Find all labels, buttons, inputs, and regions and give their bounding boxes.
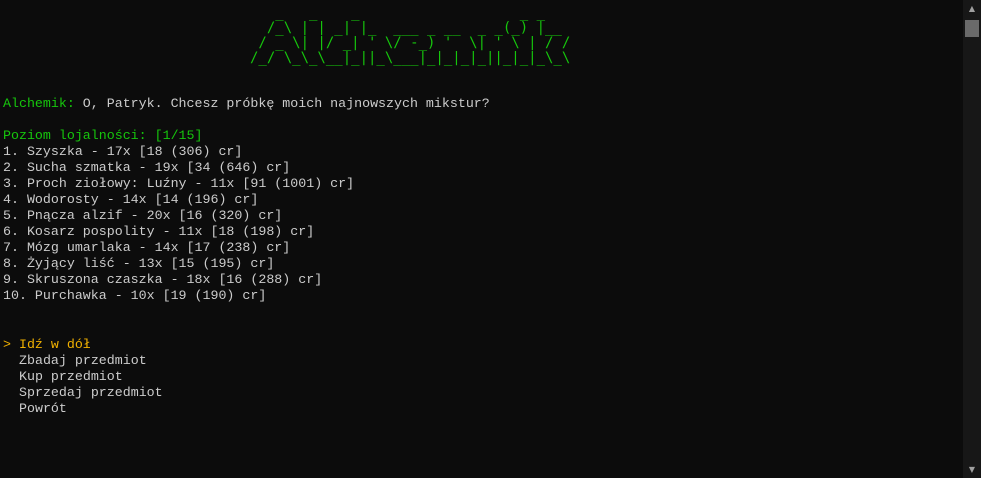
scroll-down-arrow-icon[interactable]: ▼ <box>963 461 981 478</box>
item-list-entry: 10. Purchawka - 10x [19 (190) cr] <box>3 288 267 303</box>
menu-option-sell-item[interactable]: Sprzedaj przedmiot <box>19 385 163 401</box>
item-list-entry: 2. Sucha szmatka - 19x [34 (646) cr] <box>3 160 291 175</box>
item-list-entry: 6. Kosarz pospolity - 11x [18 (198) cr] <box>3 224 315 239</box>
scrollbar-thumb[interactable] <box>965 20 979 37</box>
item-list-entry: 3. Proch ziołowy: Luźny - 11x [91 (1001)… <box>3 176 355 191</box>
menu-option-back[interactable]: Powrót <box>19 401 67 417</box>
item-list-entry: 9. Skruszona czaszka - 18x [16 (288) cr] <box>3 272 323 287</box>
vertical-scrollbar[interactable]: ▲ ▼ <box>963 0 981 478</box>
menu-cursor: > <box>3 337 19 352</box>
menu-option-examine-item[interactable]: Zbadaj przedmiot <box>19 353 147 369</box>
item-list-entry: 5. Pnącza alzif - 20x [16 (320) cr] <box>3 208 283 223</box>
loyalty-level: Poziom lojalności: [1/15] <box>3 128 203 143</box>
item-list-entry: 7. Mózg umarlaka - 14x [17 (238) cr] <box>3 240 291 255</box>
item-list-entry: 8. Żyjący liść - 13x [15 (195) cr] <box>3 256 275 271</box>
speaker-name: Alchemik: <box>3 96 75 111</box>
item-list-entry: 1. Szyszka - 17x [18 (306) cr] <box>3 144 243 159</box>
alchemik-ascii-banner: _ _ _ _ _ /_\ | | _| |_ ___ _ __ _ _(_) … <box>250 5 571 66</box>
scroll-up-arrow-icon[interactable]: ▲ <box>963 0 981 17</box>
item-list-entry: 4. Wodorosty - 14x [14 (196) cr] <box>3 192 259 207</box>
menu-option-buy-item[interactable]: Kup przedmiot <box>19 369 123 385</box>
menu-option-go-down[interactable]: > Idź w dół <box>3 337 91 353</box>
dialog-text: O, Patryk. Chcesz próbkę moich najnowszy… <box>74 96 490 111</box>
menu-option-label: Idź w dół <box>18 337 91 352</box>
console-window: _ _ _ _ _ /_\ | | _| |_ ___ _ __ _ _(_) … <box>0 0 963 478</box>
dialog-line: Alchemik: O, Patryk. Chcesz próbkę moich… <box>3 96 490 112</box>
